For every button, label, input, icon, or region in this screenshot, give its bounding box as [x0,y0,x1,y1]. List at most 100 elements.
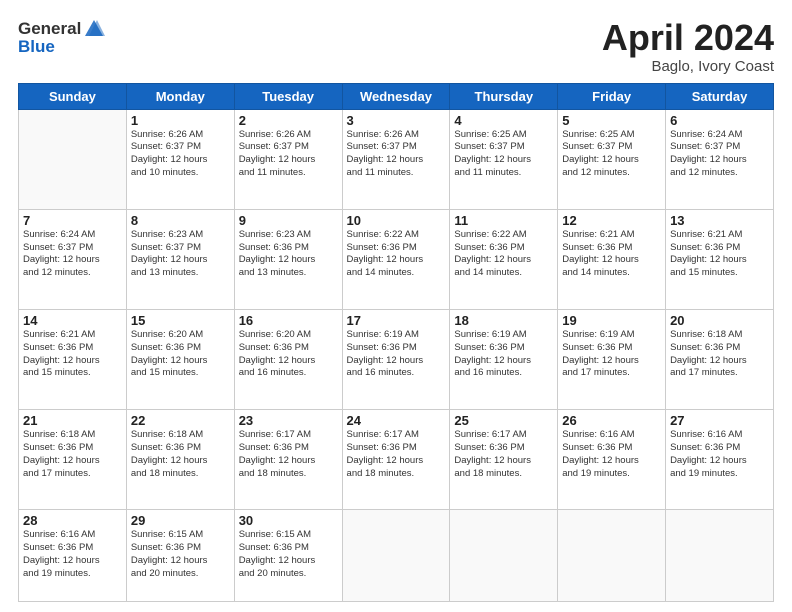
day-info: Sunrise: 6:15 AM Sunset: 6:36 PM Dayligh… [239,529,338,580]
week-row-3: 14Sunrise: 6:21 AM Sunset: 6:36 PM Dayli… [19,309,774,409]
day-number: 28 [23,513,122,528]
day-number: 11 [454,213,553,228]
header: General Blue April 2024 Baglo, Ivory Coa… [18,18,774,75]
week-row-2: 7Sunrise: 6:24 AM Sunset: 6:37 PM Daylig… [19,209,774,309]
day-info: Sunrise: 6:26 AM Sunset: 6:37 PM Dayligh… [131,129,230,180]
day-info: Sunrise: 6:21 AM Sunset: 6:36 PM Dayligh… [23,329,122,380]
day-info: Sunrise: 6:20 AM Sunset: 6:36 PM Dayligh… [131,329,230,380]
day-info: Sunrise: 6:25 AM Sunset: 6:37 PM Dayligh… [454,129,553,180]
day-cell: 16Sunrise: 6:20 AM Sunset: 6:36 PM Dayli… [234,309,342,409]
day-info: Sunrise: 6:19 AM Sunset: 6:36 PM Dayligh… [347,329,446,380]
day-number: 19 [562,313,661,328]
logo-icon [83,18,105,40]
day-number: 24 [347,413,446,428]
day-info: Sunrise: 6:23 AM Sunset: 6:36 PM Dayligh… [239,229,338,280]
day-cell [19,109,127,209]
week-row-4: 21Sunrise: 6:18 AM Sunset: 6:36 PM Dayli… [19,410,774,510]
day-info: Sunrise: 6:16 AM Sunset: 6:36 PM Dayligh… [23,529,122,580]
header-monday: Monday [126,83,234,109]
day-info: Sunrise: 6:22 AM Sunset: 6:36 PM Dayligh… [454,229,553,280]
day-cell: 22Sunrise: 6:18 AM Sunset: 6:36 PM Dayli… [126,410,234,510]
day-cell: 15Sunrise: 6:20 AM Sunset: 6:36 PM Dayli… [126,309,234,409]
location: Baglo, Ivory Coast [602,58,774,75]
day-cell [666,510,774,602]
day-cell: 5Sunrise: 6:25 AM Sunset: 6:37 PM Daylig… [558,109,666,209]
day-cell: 7Sunrise: 6:24 AM Sunset: 6:37 PM Daylig… [19,209,127,309]
day-number: 27 [670,413,769,428]
day-info: Sunrise: 6:23 AM Sunset: 6:37 PM Dayligh… [131,229,230,280]
day-number: 6 [670,113,769,128]
day-info: Sunrise: 6:17 AM Sunset: 6:36 PM Dayligh… [347,429,446,480]
day-number: 21 [23,413,122,428]
day-cell: 8Sunrise: 6:23 AM Sunset: 6:37 PM Daylig… [126,209,234,309]
day-cell: 10Sunrise: 6:22 AM Sunset: 6:36 PM Dayli… [342,209,450,309]
day-cell: 14Sunrise: 6:21 AM Sunset: 6:36 PM Dayli… [19,309,127,409]
day-number: 3 [347,113,446,128]
logo: General Blue [18,18,105,57]
day-cell: 13Sunrise: 6:21 AM Sunset: 6:36 PM Dayli… [666,209,774,309]
day-info: Sunrise: 6:18 AM Sunset: 6:36 PM Dayligh… [131,429,230,480]
day-number: 5 [562,113,661,128]
day-info: Sunrise: 6:17 AM Sunset: 6:36 PM Dayligh… [239,429,338,480]
day-cell: 18Sunrise: 6:19 AM Sunset: 6:36 PM Dayli… [450,309,558,409]
day-cell: 25Sunrise: 6:17 AM Sunset: 6:36 PM Dayli… [450,410,558,510]
day-number: 15 [131,313,230,328]
day-info: Sunrise: 6:17 AM Sunset: 6:36 PM Dayligh… [454,429,553,480]
day-number: 16 [239,313,338,328]
calendar-table: Sunday Monday Tuesday Wednesday Thursday… [18,83,774,602]
day-cell: 26Sunrise: 6:16 AM Sunset: 6:36 PM Dayli… [558,410,666,510]
day-cell: 27Sunrise: 6:16 AM Sunset: 6:36 PM Dayli… [666,410,774,510]
day-number: 13 [670,213,769,228]
day-info: Sunrise: 6:19 AM Sunset: 6:36 PM Dayligh… [454,329,553,380]
day-cell: 17Sunrise: 6:19 AM Sunset: 6:36 PM Dayli… [342,309,450,409]
day-info: Sunrise: 6:24 AM Sunset: 6:37 PM Dayligh… [23,229,122,280]
day-info: Sunrise: 6:16 AM Sunset: 6:36 PM Dayligh… [670,429,769,480]
day-cell [342,510,450,602]
day-info: Sunrise: 6:18 AM Sunset: 6:36 PM Dayligh… [23,429,122,480]
day-info: Sunrise: 6:15 AM Sunset: 6:36 PM Dayligh… [131,529,230,580]
day-info: Sunrise: 6:25 AM Sunset: 6:37 PM Dayligh… [562,129,661,180]
day-cell: 12Sunrise: 6:21 AM Sunset: 6:36 PM Dayli… [558,209,666,309]
header-sunday: Sunday [19,83,127,109]
day-cell: 6Sunrise: 6:24 AM Sunset: 6:37 PM Daylig… [666,109,774,209]
day-cell [450,510,558,602]
day-info: Sunrise: 6:21 AM Sunset: 6:36 PM Dayligh… [670,229,769,280]
day-info: Sunrise: 6:26 AM Sunset: 6:37 PM Dayligh… [239,129,338,180]
day-number: 14 [23,313,122,328]
day-info: Sunrise: 6:16 AM Sunset: 6:36 PM Dayligh… [562,429,661,480]
weekday-header-row: Sunday Monday Tuesday Wednesday Thursday… [19,83,774,109]
header-tuesday: Tuesday [234,83,342,109]
title-block: April 2024 Baglo, Ivory Coast [602,18,774,75]
header-thursday: Thursday [450,83,558,109]
day-cell: 3Sunrise: 6:26 AM Sunset: 6:37 PM Daylig… [342,109,450,209]
day-number: 2 [239,113,338,128]
day-number: 18 [454,313,553,328]
day-cell: 11Sunrise: 6:22 AM Sunset: 6:36 PM Dayli… [450,209,558,309]
day-cell: 30Sunrise: 6:15 AM Sunset: 6:36 PM Dayli… [234,510,342,602]
day-info: Sunrise: 6:18 AM Sunset: 6:36 PM Dayligh… [670,329,769,380]
day-number: 4 [454,113,553,128]
day-number: 22 [131,413,230,428]
day-number: 10 [347,213,446,228]
day-cell: 20Sunrise: 6:18 AM Sunset: 6:36 PM Dayli… [666,309,774,409]
logo-general: General [18,20,81,39]
day-number: 7 [23,213,122,228]
day-cell: 19Sunrise: 6:19 AM Sunset: 6:36 PM Dayli… [558,309,666,409]
page: General Blue April 2024 Baglo, Ivory Coa… [0,0,792,612]
day-number: 1 [131,113,230,128]
day-cell [558,510,666,602]
day-info: Sunrise: 6:19 AM Sunset: 6:36 PM Dayligh… [562,329,661,380]
day-number: 29 [131,513,230,528]
day-number: 26 [562,413,661,428]
day-number: 12 [562,213,661,228]
day-cell: 4Sunrise: 6:25 AM Sunset: 6:37 PM Daylig… [450,109,558,209]
day-number: 20 [670,313,769,328]
day-number: 17 [347,313,446,328]
day-number: 9 [239,213,338,228]
day-cell: 24Sunrise: 6:17 AM Sunset: 6:36 PM Dayli… [342,410,450,510]
day-info: Sunrise: 6:20 AM Sunset: 6:36 PM Dayligh… [239,329,338,380]
day-number: 23 [239,413,338,428]
day-info: Sunrise: 6:26 AM Sunset: 6:37 PM Dayligh… [347,129,446,180]
day-cell: 1Sunrise: 6:26 AM Sunset: 6:37 PM Daylig… [126,109,234,209]
day-info: Sunrise: 6:24 AM Sunset: 6:37 PM Dayligh… [670,129,769,180]
